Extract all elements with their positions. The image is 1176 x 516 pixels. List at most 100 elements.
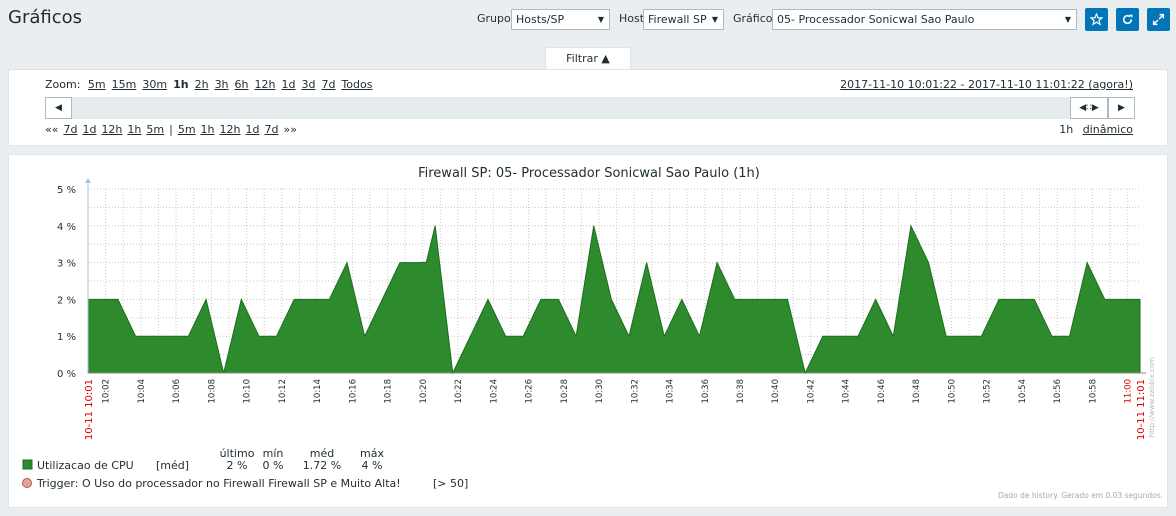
nav-forward-2[interactable]: 12h (220, 123, 241, 136)
zoom-option-3d[interactable]: 3d (301, 78, 315, 91)
zoom-option-1d[interactable]: 1d (282, 78, 296, 91)
x-tick-label: 10:10 (243, 379, 253, 404)
legend-value: 4 % (362, 459, 383, 472)
nav-forward-3[interactable]: 1d (246, 123, 260, 136)
filter-tab[interactable]: Filtrar ▲ (545, 47, 631, 70)
period-mode: 1h dinâmico (1059, 123, 1133, 136)
x-tick-label: 10:18 (384, 379, 394, 404)
zoom-label: Zoom: (45, 78, 81, 91)
x-tick-label: 10:30 (595, 379, 605, 404)
host-select-value: Firewall SP (648, 13, 707, 26)
x-end-label: 10-11 11:01 (1136, 379, 1147, 440)
y-axis-arrow-icon (85, 178, 91, 183)
x-tick-label: 10:12 (278, 379, 288, 404)
x-tick-label: 10:42 (806, 379, 816, 404)
zoom-row: Zoom: 5m 15m 30m 1h 2h 3h 6h 12h 1d 3d 7d Todos (45, 78, 378, 91)
mode-toggle[interactable]: dinâmico (1083, 123, 1133, 136)
nav-back-3[interactable]: 12h (101, 123, 122, 136)
time-range[interactable]: 2017-11-10 10:01:22 - 2017-11-10 11:01:2… (840, 78, 1133, 91)
group-select-value: Hosts/SP (516, 13, 565, 26)
x-tick-label: 10:58 (1088, 379, 1098, 404)
scroll-right-button[interactable]: ▶ (1108, 97, 1135, 119)
graph-title: Firewall SP: 05- Processador Sonicwal Sa… (418, 166, 760, 181)
zabbix-watermark: http://www.zabbix.com (1148, 357, 1156, 437)
x-tick-label: 10:52 (983, 379, 993, 404)
zoom-option-15m[interactable]: 15m (112, 78, 137, 91)
nav-forward-5[interactable]: »» (283, 123, 296, 136)
zoom-option-12h[interactable]: 12h (255, 78, 276, 91)
legend-trigger-text: Trigger: O Uso do processador no Firewal… (36, 477, 401, 490)
nav-back-2[interactable]: 1d (82, 123, 96, 136)
zoom-option-1h[interactable]: 1h (173, 78, 189, 91)
x-tick-label: 11:00 (1124, 379, 1134, 404)
x-tick-label: 10:16 (348, 379, 358, 404)
x-tick-label: 10:04 (137, 379, 147, 404)
favorite-button[interactable] (1085, 8, 1108, 31)
x-tick-label: 10:08 (207, 379, 217, 404)
x-start-label: 10-11 10:01 (84, 379, 95, 440)
x-tick-label: 10:38 (736, 379, 746, 404)
nav-back-4[interactable]: 1h (127, 123, 141, 136)
period-value: 1h (1059, 123, 1074, 136)
zoom-option-3h[interactable]: 3h (215, 78, 229, 91)
group-select[interactable]: Hosts/SP ▼ (511, 9, 610, 30)
y-tick-label: 0 % (57, 369, 76, 380)
y-tick-label: 2 % (57, 295, 76, 306)
zoom-option-5m[interactable]: 5m (88, 78, 106, 91)
legend-value: 1.72 % (303, 459, 341, 472)
zoom-option-2h[interactable]: 2h (195, 78, 209, 91)
x-tick-label: 10:02 (102, 379, 112, 404)
x-tick-label: 10:20 (419, 379, 429, 404)
legend-series-swatch (22, 459, 33, 470)
legend-series-func: [méd] (156, 459, 189, 472)
nav-back-1[interactable]: 7d (63, 123, 77, 136)
x-tick-label: 10:14 (313, 379, 323, 404)
page-title: Gráficos (8, 7, 83, 28)
group-label: Grupo (477, 12, 511, 25)
x-tick-label: 10:24 (489, 379, 499, 404)
nav-back-5[interactable]: 5m (146, 123, 164, 136)
refresh-button[interactable] (1116, 8, 1139, 31)
nav-separator: | (169, 123, 173, 136)
x-tick-label: 10:50 (947, 379, 957, 404)
graph-panel: Firewall SP: 05- Processador Sonicwal Sa… (8, 154, 1168, 508)
time-scrollbar[interactable] (45, 97, 1135, 119)
nav-forward-0[interactable]: 5m (178, 123, 196, 136)
header-bar: Gráficos Grupo Hosts/SP ▼ Host Firewall … (0, 0, 1176, 40)
fullscreen-button[interactable] (1147, 8, 1170, 31)
y-tick-label: 1 % (57, 332, 76, 343)
x-tick-label: 10:06 (172, 379, 182, 404)
legend-value: 0 % (263, 459, 284, 472)
nav-forward-4[interactable]: 7d (264, 123, 278, 136)
zoom-option-6h[interactable]: 6h (235, 78, 249, 91)
scroll-handle[interactable]: ◀∷▶ (1070, 97, 1108, 119)
x-tick-label: 10:36 (701, 379, 711, 404)
x-tick-label: 10:44 (842, 379, 852, 404)
chevron-down-icon: ▼ (711, 15, 718, 24)
graph-select[interactable]: 05- Processador Sonicwal Sao Paulo ▼ (772, 9, 1077, 30)
y-tick-label: 3 % (57, 259, 76, 270)
zoom-option-todos[interactable]: Todos (341, 78, 372, 91)
period-nav-row: «« 7d 1d 12h 1h 5m | 5m 1h 12h 1d 7d »» (45, 123, 302, 136)
trigger-icon (22, 478, 32, 488)
x-tick-label: 10:28 (560, 379, 570, 404)
y-tick-label: 5 % (57, 185, 76, 196)
graph-footer-note: Dado de history. Gerado em 0.03 segundos… (998, 491, 1163, 500)
host-select[interactable]: Firewall SP ▼ (643, 9, 724, 30)
nav-forward-1[interactable]: 1h (201, 123, 215, 136)
x-tick-label: 10:26 (525, 379, 535, 404)
graph-label: Gráfico (733, 12, 773, 25)
cpu-graph: Firewall SP: 05- Processador Sonicwal Sa… (22, 166, 1163, 500)
filter-panel: Zoom: 5m 15m 30m 1h 2h 3h 6h 12h 1d 3d 7d Todos 201… (8, 69, 1168, 146)
zoom-option-7d[interactable]: 7d (321, 78, 335, 91)
x-tick-label: 10:32 (630, 379, 640, 404)
fullscreen-icon (1152, 13, 1165, 26)
scroll-left-button[interactable]: ◀ (45, 97, 72, 119)
x-tick-label: 10:46 (877, 379, 887, 404)
nav-back-0[interactable]: «« (45, 123, 58, 136)
host-label: Host (619, 12, 645, 25)
x-tick-label: 10:40 (771, 379, 781, 404)
chevron-down-icon: ▼ (597, 15, 604, 24)
zoom-option-30m[interactable]: 30m (142, 78, 167, 91)
x-tick-label: 10:34 (666, 379, 676, 404)
